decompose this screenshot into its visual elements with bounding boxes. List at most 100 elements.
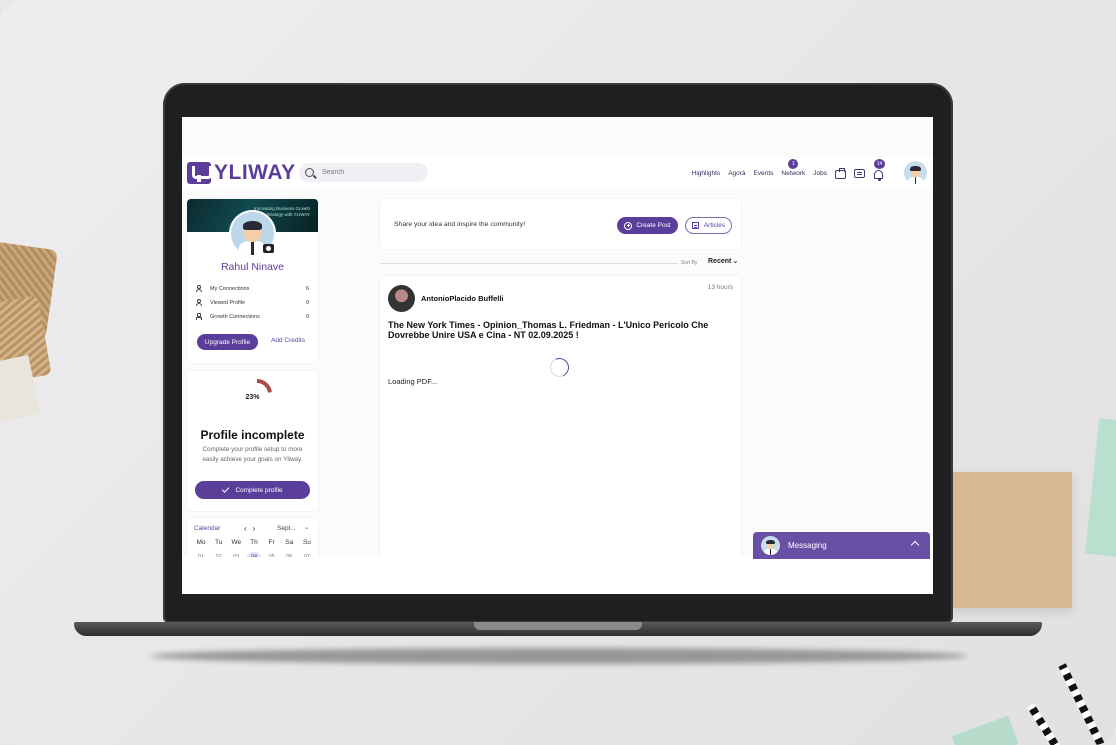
profile-completion-card: 23% Profile incomplete Complete your pro…: [187, 371, 318, 511]
avatar-hair: [766, 539, 775, 544]
pencil-decor: [1027, 703, 1071, 745]
background-scene: YLIWAY Highlights Agorà Events 1 Network…: [0, 0, 1116, 745]
weekday: Tu: [214, 539, 223, 546]
nav-highlights[interactable]: Highlights: [692, 170, 721, 177]
loading-spinner-icon: [547, 355, 572, 380]
complete-profile-label: Complete profile: [235, 486, 283, 494]
stat-value: 0: [305, 314, 309, 320]
feed-post: AntonioPlacido Buffelli 13 hours The New…: [380, 276, 741, 594]
laptop-notch: [474, 622, 642, 630]
search-input[interactable]: [322, 169, 422, 176]
composer-prompt[interactable]: Share your idea and inspire the communit…: [394, 221, 525, 228]
messaging-label: Messaging: [788, 541, 827, 550]
avatar-tie: [250, 242, 255, 255]
weekday: Fr: [268, 539, 275, 546]
weekday: Su: [302, 539, 311, 546]
nav-events[interactable]: Events: [754, 170, 774, 177]
progress-arc: [256, 379, 272, 393]
profile-card: Innovating Business Growth Strategy with…: [187, 199, 318, 363]
stat-label: Growth Connections: [210, 314, 260, 320]
notifications-badge: 14: [874, 158, 885, 169]
create-post-label: Create Post: [636, 222, 671, 229]
logo-mark-icon: [187, 162, 211, 184]
weekday: Sa: [285, 539, 294, 546]
chevron-up-icon[interactable]: [910, 540, 920, 550]
growth-chart-icon: [196, 313, 204, 321]
mint-paper-decor: [951, 715, 1019, 745]
chevron-down-icon[interactable]: ⌄: [304, 523, 309, 531]
upgrade-profile-button[interactable]: Upgrade Profile: [197, 334, 258, 350]
yliway-logo[interactable]: YLIWAY: [187, 161, 296, 185]
weekday: We: [231, 539, 242, 546]
post-author-avatar[interactable]: [388, 285, 415, 312]
chat-icon[interactable]: [854, 169, 865, 178]
divider: [380, 263, 678, 264]
add-credits-link[interactable]: Add Credits: [271, 337, 305, 344]
article-icon: [691, 222, 699, 229]
bell-icon: [874, 169, 883, 181]
avatar-hair: [242, 220, 263, 231]
stat-label: Viewed Profile: [210, 300, 246, 306]
calendar-nav: ‹ ›: [244, 524, 255, 533]
avatar-hair: [910, 165, 921, 171]
nav-jobs[interactable]: Jobs: [813, 170, 827, 177]
stat-value: 6: [305, 286, 309, 292]
pencil-decor-2: [1058, 663, 1110, 745]
calendar-title: Calendar: [194, 525, 221, 532]
post-composer: Share your idea and inspire the communit…: [380, 199, 741, 249]
stat-viewed-profile[interactable]: Viewed Profile 0: [196, 298, 309, 308]
check-icon: [221, 485, 230, 493]
post-timestamp: 13 hours: [707, 284, 733, 291]
users-icon: [196, 299, 204, 307]
profile-name[interactable]: Rahul Ninave: [187, 261, 318, 273]
stat-value: 0: [305, 300, 309, 306]
articles-button[interactable]: Articles: [685, 217, 732, 234]
user-avatar[interactable]: [904, 161, 927, 184]
chevron-down-icon[interactable]: ⌄: [732, 256, 739, 265]
network-badge: 1: [788, 159, 799, 169]
stat-label: My Connections: [210, 286, 250, 292]
notifications-button[interactable]: 14: [873, 158, 885, 181]
screen-bottom-area: [182, 557, 933, 594]
create-post-button[interactable]: Create Post: [617, 217, 678, 234]
plus-circle-icon: [624, 221, 633, 230]
calendar-weekdays: Mo Tu We Th Fr Sa Su: [194, 539, 314, 546]
search-icon: [305, 168, 314, 177]
weekday: Mo: [196, 539, 206, 546]
stat-my-connections[interactable]: My Connections 6: [196, 284, 309, 294]
complete-profile-button[interactable]: Complete profile: [195, 481, 310, 499]
sort-select[interactable]: Recent: [708, 258, 731, 265]
avatar-tie: [769, 549, 772, 555]
loading-text: Loading PDF...: [388, 377, 438, 386]
messaging-avatar: [761, 536, 780, 555]
nav-agora[interactable]: Agorà: [728, 170, 745, 177]
laptop-screen: YLIWAY Highlights Agorà Events 1 Network…: [182, 117, 933, 594]
sort-bar: Sort By Recent ⌄: [380, 256, 741, 269]
articles-label: Articles: [703, 222, 726, 229]
calendar-month-select[interactable]: Sept...: [277, 525, 296, 532]
post-title[interactable]: The New York Times - Opinion_Thomas L. F…: [388, 320, 733, 340]
logo-text: YLIWAY: [214, 161, 296, 184]
post-author[interactable]: AntonioPlacido Buffelli: [421, 294, 504, 303]
add-user-icon: [196, 285, 204, 293]
search-bar[interactable]: [299, 163, 428, 182]
tan-note-decor: [952, 472, 1072, 608]
avatar-tie: [914, 177, 917, 184]
progress-percent: 23%: [245, 394, 260, 401]
briefcase-icon[interactable]: [835, 168, 846, 179]
completion-description: Complete your profile setup to more easi…: [202, 446, 303, 463]
stat-growth-connections[interactable]: Growth Connections 0: [196, 312, 309, 322]
camera-icon[interactable]: [263, 244, 274, 253]
mint-note-decor: [1085, 418, 1116, 558]
nav-network-label: Network: [781, 170, 806, 177]
messaging-bar[interactable]: Messaging: [753, 532, 930, 559]
calendar-prev-button[interactable]: ‹: [244, 524, 247, 533]
sort-label: Sort By: [681, 260, 698, 266]
calendar-next-button[interactable]: ›: [253, 524, 256, 533]
weekday: Th: [250, 539, 258, 546]
nav-network[interactable]: 1 Network: [781, 159, 806, 177]
top-navbar: YLIWAY Highlights Agorà Events 1 Network…: [182, 157, 933, 190]
completion-title: Profile incomplete: [200, 428, 305, 442]
nav-menu: Highlights Agorà Events 1 Network Jobs 1…: [692, 157, 885, 190]
laptop-shadow: [150, 648, 968, 664]
